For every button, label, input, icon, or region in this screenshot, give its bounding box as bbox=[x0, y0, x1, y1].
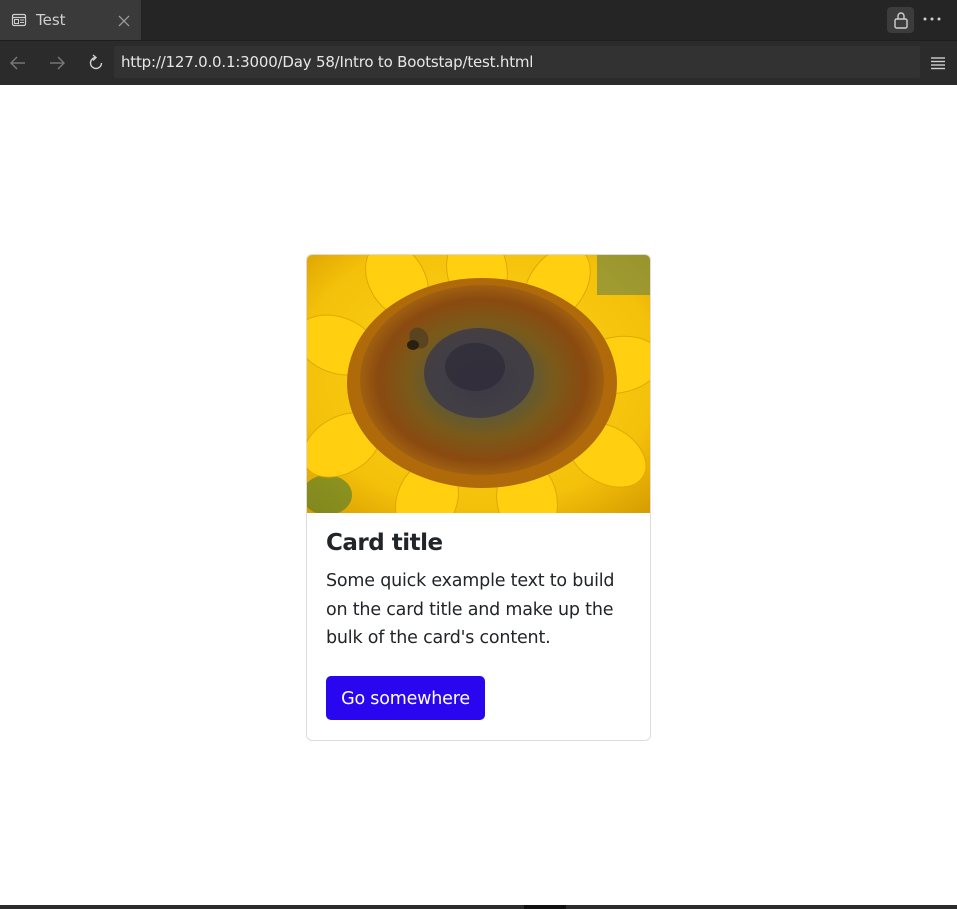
forward-arrow-icon[interactable] bbox=[47, 53, 67, 73]
lock-button[interactable] bbox=[887, 7, 914, 33]
card-text: Some quick example text to build on the … bbox=[326, 571, 615, 648]
reload-icon[interactable] bbox=[86, 53, 106, 73]
card-body: Card title Some quick example text to bu… bbox=[326, 527, 631, 653]
hamburger-menu-icon[interactable] bbox=[928, 53, 948, 73]
card-title: Card title bbox=[326, 530, 443, 556]
tab-test[interactable]: Test bbox=[0, 0, 141, 40]
card: Card title Some quick example text to bu… bbox=[306, 254, 651, 741]
address-bar[interactable]: http://127.0.0.1:3000/Day 58/Intro to Bo… bbox=[114, 46, 920, 78]
bottom-bar bbox=[0, 905, 957, 909]
sunflower-image bbox=[307, 255, 650, 513]
go-somewhere-button[interactable]: Go somewhere bbox=[326, 676, 485, 720]
page-content: Card title Some quick example text to bu… bbox=[0, 85, 957, 906]
navigation-bar: http://127.0.0.1:3000/Day 58/Intro to Bo… bbox=[0, 40, 957, 85]
reader-icon bbox=[11, 12, 27, 28]
url-text[interactable]: http://127.0.0.1:3000/Day 58/Intro to Bo… bbox=[121, 52, 533, 72]
close-icon[interactable] bbox=[117, 13, 131, 27]
tab-title: Test bbox=[36, 11, 66, 29]
more-options-icon[interactable] bbox=[922, 9, 942, 29]
lock-icon bbox=[894, 12, 908, 29]
back-arrow-icon[interactable] bbox=[8, 53, 28, 73]
resize-handle[interactable] bbox=[524, 905, 566, 909]
tab-bar: Test bbox=[0, 0, 957, 40]
